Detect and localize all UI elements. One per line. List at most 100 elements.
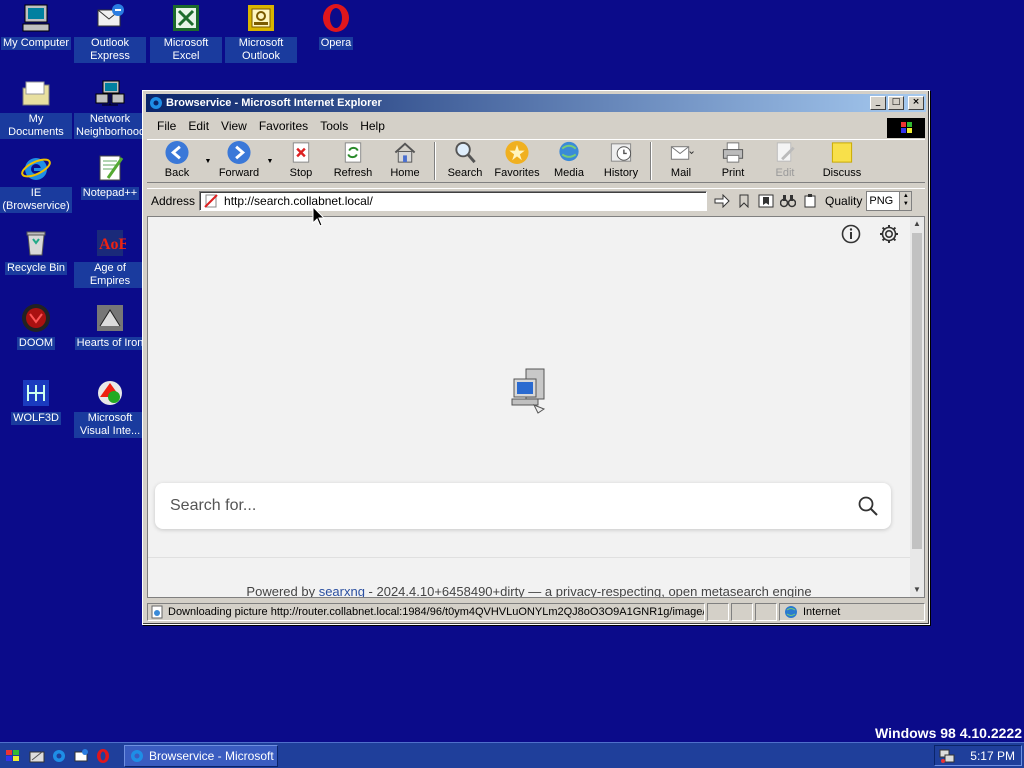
back-dropdown[interactable]: ▼ (203, 140, 213, 182)
search-icon[interactable] (857, 495, 879, 517)
scroll-down-arrow[interactable]: ▼ (910, 583, 924, 597)
browser-window: Browservice - Microsoft Internet Explore… (142, 90, 930, 625)
address-label: Address (151, 193, 196, 208)
scroll-thumb[interactable] (912, 233, 922, 549)
info-icon[interactable] (840, 223, 862, 245)
clipboard-icon[interactable] (801, 192, 819, 210)
forward-button[interactable]: Forward (213, 140, 265, 182)
page-footer: Powered by searxng - 2024.4.10+6458490+d… (246, 584, 812, 598)
discuss-button[interactable]: Discuss (811, 140, 873, 182)
history-button[interactable]: History (595, 140, 647, 182)
desktop-icon-age-of-empires[interactable]: AoE Age of Empires (74, 227, 146, 292)
minimize-button[interactable]: _ (870, 96, 886, 110)
desktop-icon-notepad-plus-plus[interactable]: Notepad++ (74, 152, 146, 204)
favorites-button[interactable]: Favorites (491, 140, 543, 182)
search-placeholder: Search for... (170, 497, 257, 514)
desktop-icon-recycle-bin[interactable]: Recycle Bin (0, 227, 72, 279)
settings-gear-icon[interactable] (878, 223, 900, 245)
maximize-button[interactable]: □ (888, 96, 904, 110)
bookmark-icon[interactable] (735, 192, 753, 210)
quality-select[interactable]: PNG ▲ ▼ (866, 190, 913, 211)
taskbar: Browservice - Microsoft ... 5:17 PM (0, 742, 1024, 768)
menu-help[interactable]: Help (354, 119, 391, 133)
edit-button[interactable]: Edit (759, 140, 811, 182)
desktop-icon-hearts-of-iron[interactable]: Hearts of Iron (74, 302, 146, 354)
outlook-icon (248, 5, 274, 31)
media-button[interactable]: Media (543, 140, 595, 182)
menu-view[interactable]: View (215, 119, 253, 133)
searxng-link[interactable]: searxng (319, 584, 365, 597)
close-button[interactable]: × (908, 96, 924, 110)
search-icon (455, 141, 476, 164)
find-binoculars-icon[interactable] (779, 192, 797, 210)
quality-value: PNG (869, 194, 894, 207)
address-bar: Address http://search.collabnet.local/ Q… (147, 188, 925, 212)
quicklaunch-opera[interactable] (92, 745, 114, 767)
menu-edit[interactable]: Edit (182, 119, 215, 133)
desktop-icon-my-computer[interactable]: My Computer (0, 2, 72, 54)
status-progress-pane (707, 603, 729, 621)
printer-icon (722, 142, 744, 163)
vertical-scrollbar[interactable]: ▲ ▼ (910, 217, 924, 597)
desktop-icon-ms-visual-interdev[interactable]: Microsoft Visual Inte... (74, 377, 146, 442)
quicklaunch-show-desktop[interactable] (26, 745, 48, 767)
menu-favorites[interactable]: Favorites (253, 119, 314, 133)
address-input[interactable]: http://search.collabnet.local/ (199, 190, 708, 211)
page-blocked-icon (204, 193, 218, 208)
desktop-icon-opera[interactable]: Opera (300, 2, 372, 54)
desktop-icon-wolf3d[interactable]: WOLF3D (0, 377, 72, 429)
refresh-button[interactable]: Refresh (327, 140, 379, 182)
menu-bar: File Edit View Favorites Tools Help (147, 116, 925, 136)
windows-logo-icon (6, 749, 19, 761)
page-viewport: Search for... Powered by searxng - 2024.… (147, 216, 925, 598)
forward-dropdown[interactable]: ▼ (265, 140, 275, 182)
desktop-icon-outlook-express[interactable]: Outlook Express (74, 2, 146, 67)
start-button[interactable] (0, 745, 26, 767)
mail-button[interactable]: Mail (655, 140, 707, 182)
stop-button[interactable]: Stop (275, 140, 327, 182)
desktop-icon-microsoft-outlook[interactable]: Microsoft Outlook (225, 2, 297, 67)
outlook-express-icon (97, 4, 124, 27)
desktop-icon-doom[interactable]: DOOM (0, 302, 72, 354)
status-text: Downloading picture http://router.collab… (168, 606, 705, 618)
bookmark-list-icon[interactable] (757, 192, 775, 210)
desktop-icon-microsoft-excel[interactable]: Microsoft Excel (150, 2, 222, 67)
home-button[interactable]: Home (379, 140, 431, 182)
print-button[interactable]: Print (707, 140, 759, 182)
clock[interactable]: 5:17 PM (970, 749, 1015, 763)
taskbar-window-button[interactable]: Browservice - Microsoft ... (124, 744, 278, 767)
desktop-icon-my-documents[interactable]: My Documents (0, 78, 72, 143)
broken-image-computer-icon (511, 368, 546, 414)
back-arrow-icon (165, 140, 189, 165)
status-text-pane: Downloading picture http://router.collab… (147, 603, 705, 621)
quality-spinner[interactable]: ▲ ▼ (899, 191, 912, 210)
search-input[interactable]: Search for... (155, 483, 891, 529)
status-privacy-pane (755, 603, 777, 621)
folder-icon (22, 81, 50, 106)
page-loading-icon (151, 605, 163, 619)
favorites-star-icon (505, 140, 529, 165)
go-arrow-icon[interactable] (713, 192, 731, 210)
mouse-pointer-icon (312, 206, 326, 227)
svg-text:AoE: AoE (99, 236, 126, 253)
tray-network-icon[interactable] (939, 748, 955, 764)
internet-zone-globe-icon (785, 606, 797, 618)
os-version-label: Windows 98 4.10.2222 (875, 725, 1022, 741)
back-button[interactable]: Back (151, 140, 203, 182)
excel-icon (173, 5, 199, 31)
window-titlebar[interactable]: Browservice - Microsoft Internet Explore… (146, 94, 926, 112)
scroll-up-arrow[interactable]: ▲ (910, 217, 924, 231)
menu-tools[interactable]: Tools (314, 119, 354, 133)
menu-file[interactable]: File (151, 119, 182, 133)
status-bar: Downloading picture http://router.collab… (147, 602, 925, 622)
show-desktop-icon (29, 751, 45, 762)
quicklaunch-outlook-express[interactable] (70, 745, 92, 767)
internet-explorer-icon (150, 97, 162, 109)
opera-icon (323, 4, 349, 32)
desktop-icon-ie-browservice[interactable]: IE (Browservice) (0, 152, 72, 217)
outlook-express-icon (74, 748, 88, 761)
desktop-icon-network-neighborhood[interactable]: Network Neighborhood (74, 78, 146, 143)
forward-arrow-icon (227, 140, 251, 165)
quicklaunch-ie[interactable] (48, 745, 70, 767)
search-button[interactable]: Search (439, 140, 491, 182)
